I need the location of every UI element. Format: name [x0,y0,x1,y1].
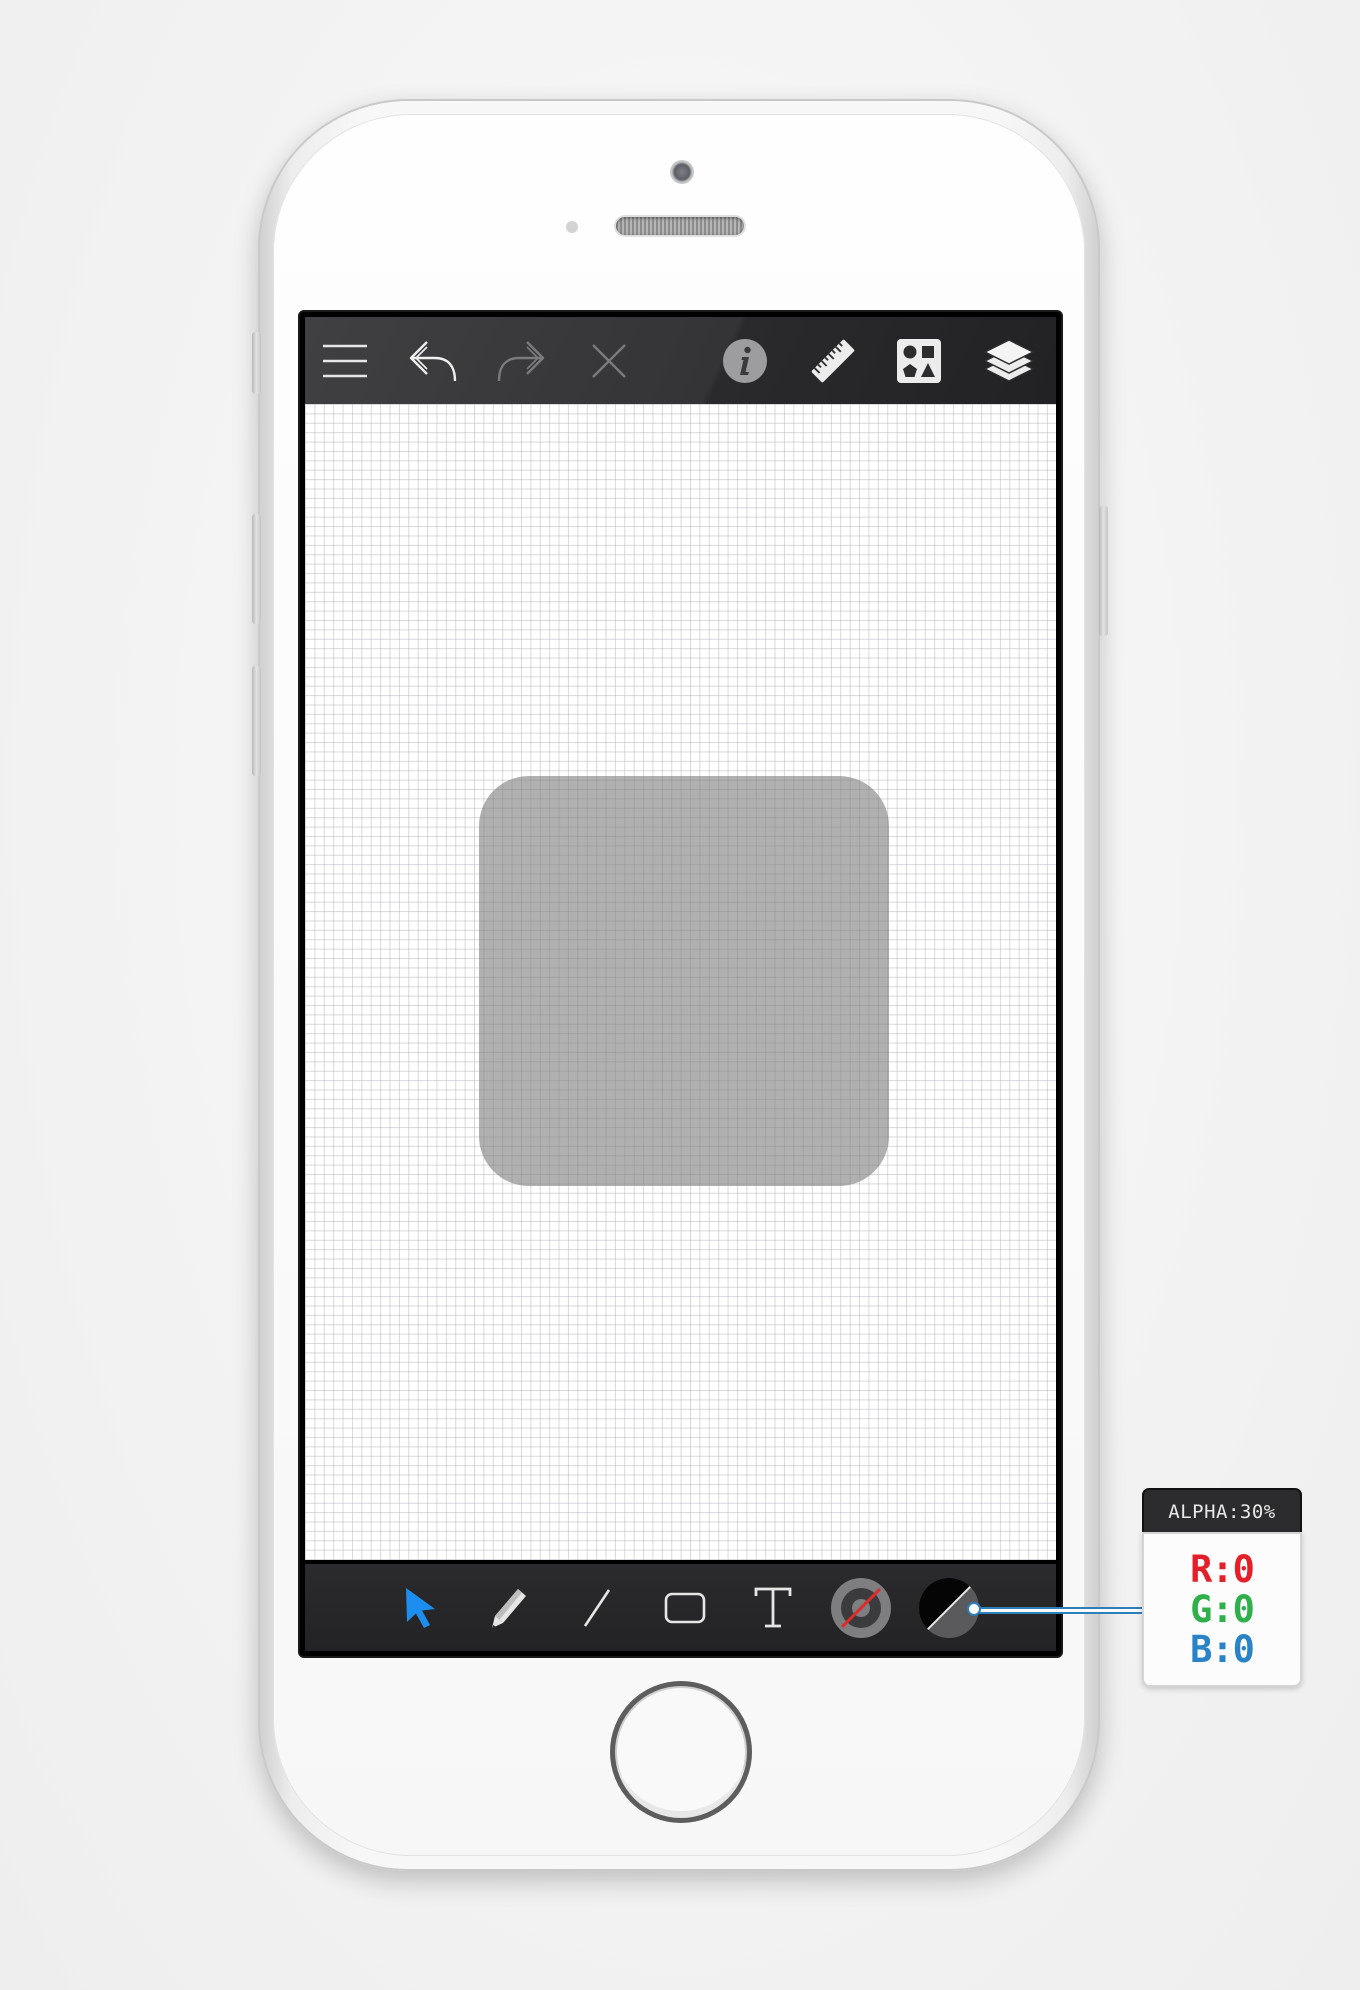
select-tool-button[interactable] [391,1578,451,1638]
phone-mute-switch [252,332,261,394]
shapes-library-button[interactable] [893,335,945,387]
rgb-values-card: R:0 G:0 B:0 [1142,1532,1302,1687]
earpiece-speaker [616,217,744,235]
phone-power-button [1099,506,1108,636]
phone-volume-down-button [252,666,261,776]
green-value: G:0 [1190,1587,1255,1631]
redo-button[interactable] [493,333,549,389]
line-icon [583,1589,611,1627]
alpha-label: ALPHA:30% [1142,1488,1302,1534]
app-screen [300,312,1061,1656]
redo-icon [497,341,545,382]
info-icon [723,339,767,383]
drawing-canvas[interactable] [305,404,1056,1560]
selected-rounded-rectangle[interactable] [479,776,889,1186]
home-button[interactable] [610,1681,752,1823]
phone-volume-up-button [252,514,261,624]
red-value: R:0 [1190,1547,1255,1591]
proximity-sensor [566,221,578,233]
rectangle-icon [664,1592,706,1624]
rectangle-tool-button[interactable] [655,1578,715,1638]
layers-button[interactable] [981,333,1037,389]
color-callout-anchor-dot [967,1602,981,1616]
front-camera [670,160,694,184]
undo-icon [409,341,457,382]
line-tool-button[interactable] [567,1578,627,1638]
layers-icon [983,339,1035,382]
text-tool-button[interactable] [743,1578,803,1638]
pencil-tool-button[interactable] [479,1578,539,1638]
blue-value: B:0 [1190,1627,1255,1671]
shapes-library-icon [897,339,941,383]
stroke-color-icon [831,1578,891,1638]
delete-button[interactable] [583,335,635,387]
pencil-icon [492,1589,526,1628]
menu-button[interactable] [319,335,371,387]
top-toolbar [305,317,1056,404]
select-arrow-icon [406,1588,435,1628]
menu-icon [323,344,367,378]
ruler-button[interactable] [805,333,861,389]
stroke-color-button[interactable] [829,1576,893,1640]
ruler-icon [811,339,855,383]
color-callout-connector [972,1607,1142,1614]
undo-button[interactable] [405,333,461,389]
info-button[interactable] [719,335,771,387]
bottom-toolbar [305,1564,1056,1651]
text-icon [754,1587,792,1628]
close-icon [592,344,626,378]
